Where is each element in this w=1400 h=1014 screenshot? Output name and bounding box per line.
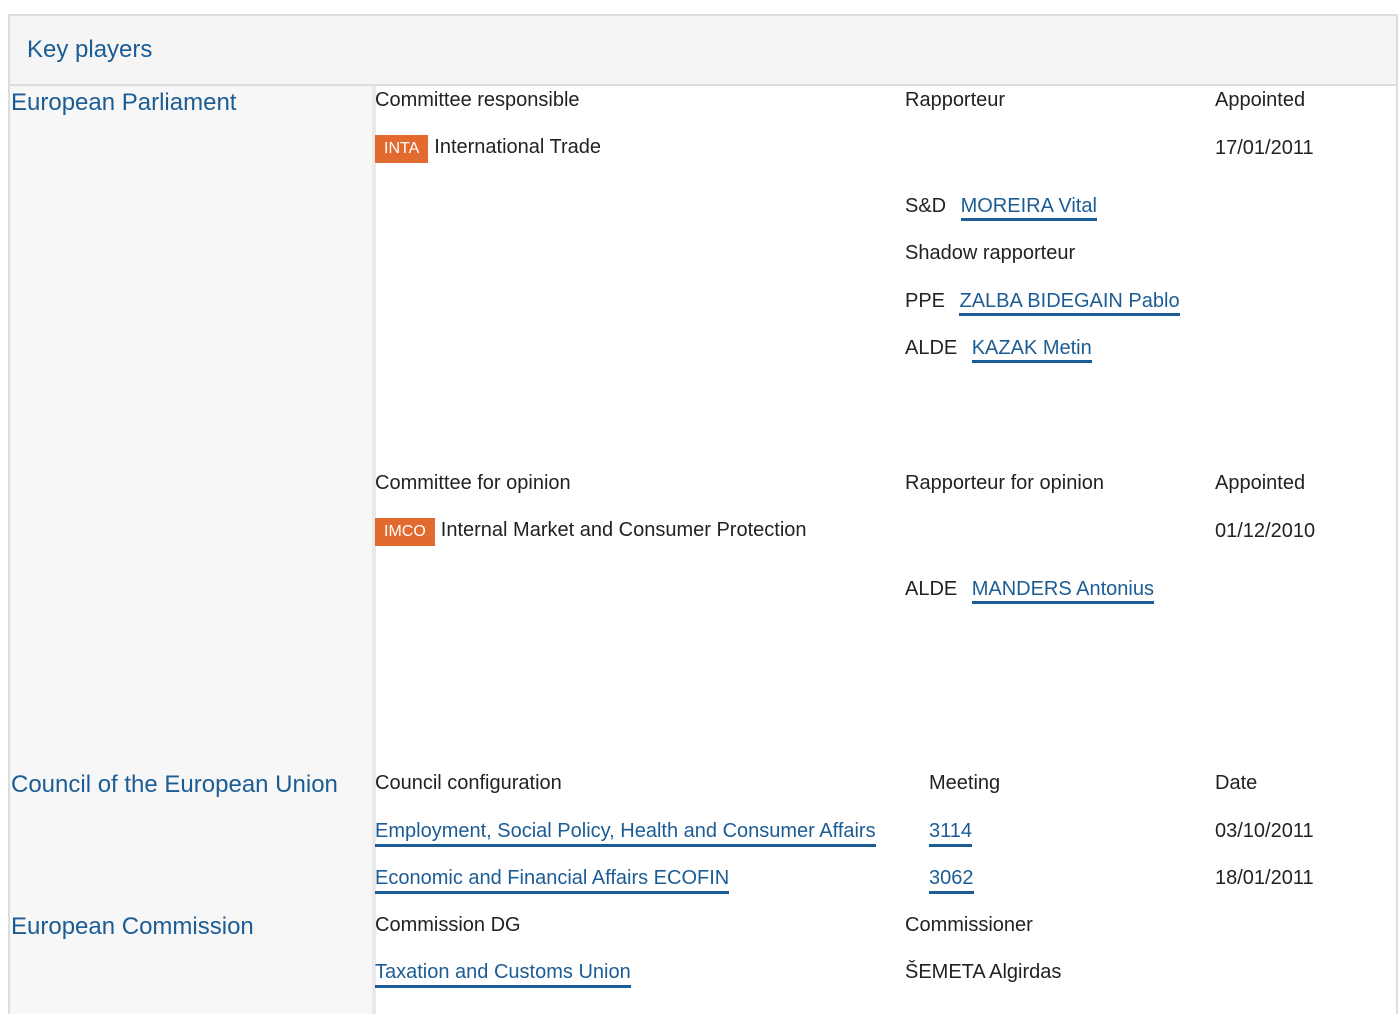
col-council-configuration: Council configuration	[375, 772, 562, 794]
col-meeting: Meeting	[929, 772, 1001, 794]
panel-header: Key players	[10, 16, 1396, 86]
institution-european-parliament[interactable]: European Parliament	[11, 89, 236, 117]
col-appointed-opinion: Appointed	[1215, 472, 1306, 494]
col-rapporteur-opinion: Rapporteur for opinion	[905, 472, 1105, 494]
commission-dg-link[interactable]: Taxation and Customs Union	[375, 961, 631, 988]
appointed-date-inta: 17/01/2011	[1215, 137, 1314, 159]
rapporteur-row: S&D MOREIRA Vital	[905, 195, 1097, 221]
shadow-group: ALDE	[905, 337, 958, 359]
shadow-link-kazak[interactable]: KAZAK Metin	[971, 337, 1092, 363]
council-meeting-date: 18/01/2011	[1215, 867, 1314, 889]
col-commissioner: Commissioner	[905, 914, 1033, 936]
shadow-rapporteur-row: ALDE KAZAK Metin	[905, 337, 1092, 363]
col-committee-responsible: Committee responsible	[375, 89, 580, 111]
shadow-link-zalba[interactable]: ZALBA BIDEGAIN Pablo	[959, 290, 1180, 316]
appointed-date-imco: 01/12/2010	[1215, 520, 1316, 542]
council-meeting-link[interactable]: 3114	[929, 820, 973, 847]
council-meeting-link[interactable]: 3062	[929, 867, 974, 894]
col-commission-dg: Commission DG	[375, 914, 521, 936]
col-rapporteur: Rapporteur	[905, 89, 1006, 111]
col-date: Date	[1215, 772, 1258, 794]
opinion-rapporteur-link-manders[interactable]: MANDERS Antonius	[971, 578, 1154, 604]
rapporteur-group: S&D	[905, 195, 947, 217]
col-appointed: Appointed	[1215, 89, 1306, 111]
opinion-rapporteur-row: ALDE MANDERS Antonius	[905, 578, 1154, 604]
opinion-rapporteur-group: ALDE	[905, 578, 958, 600]
committee-badge-imco: IMCO	[375, 518, 435, 546]
council-config-link[interactable]: Employment, Social Policy, Health and Co…	[375, 820, 876, 847]
panel-title: Key players	[27, 36, 153, 63]
shadow-rapporteur-row: PPE ZALBA BIDEGAIN Pablo	[905, 290, 1180, 316]
committee-badge-inta: INTA	[375, 135, 429, 163]
col-committee-opinion: Committee for opinion	[375, 472, 571, 494]
commissioner-name: ŠEMETA Algirdas	[905, 961, 1062, 983]
committee-row-imco: IMCO Internal Market and Consumer Protect…	[375, 518, 807, 546]
shadow-group: PPE	[905, 290, 946, 312]
institution-council[interactable]: Council of the European Union	[11, 771, 338, 799]
committee-row-inta: INTA International Trade	[375, 135, 601, 163]
key-players-panel: Key players	[8, 14, 1398, 1014]
committee-name-imco: Internal Market and Consumer Protection	[440, 519, 807, 542]
shadow-rapporteur-label: Shadow rapporteur	[905, 242, 1076, 264]
council-config-link[interactable]: Economic and Financial Affairs ECOFIN	[375, 867, 730, 894]
institution-column	[10, 86, 372, 1014]
committee-name-inta: International Trade	[434, 136, 602, 159]
rapporteur-link-moreira[interactable]: MOREIRA Vital	[960, 195, 1097, 221]
institution-commission[interactable]: European Commission	[11, 913, 254, 941]
council-meeting-date: 03/10/2011	[1215, 820, 1314, 842]
